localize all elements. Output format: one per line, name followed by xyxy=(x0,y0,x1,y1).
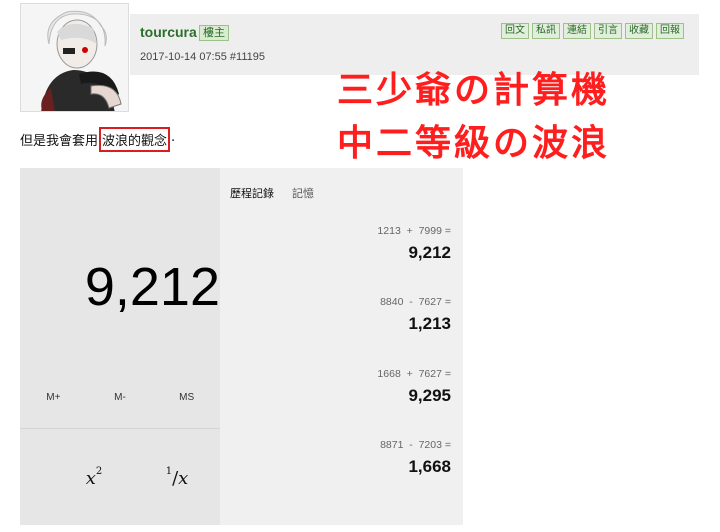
history-result: 1,668 xyxy=(408,457,451,476)
overlay-line-2: 中二等級の波浪 xyxy=(337,122,611,164)
square-exponent: 2 xyxy=(95,466,103,477)
history-expression: 8840 - 7627 = xyxy=(380,296,451,308)
memory-add-button[interactable]: M+ xyxy=(20,392,87,403)
history-result: 9,295 xyxy=(408,386,451,405)
history-item[interactable]: 1213 + 7999 = 9,212 xyxy=(377,225,451,263)
square-base: x xyxy=(85,468,96,489)
reciprocal-numerator: 1 xyxy=(165,466,173,477)
message-button[interactable]: 私訊 xyxy=(532,23,560,39)
history-item[interactable]: 1668 + 7627 = 9,295 xyxy=(377,368,451,406)
history-expression: 8871 - 7203 = xyxy=(380,439,451,451)
history-expression: 1213 + 7999 = xyxy=(377,225,451,237)
function-keys: x2 1/x xyxy=(20,428,220,525)
page: tourcura 樓主 2017-10-14 07:55 #11195 回文 私… xyxy=(0,0,720,532)
history-result: 1,213 xyxy=(408,314,451,333)
square-button[interactable]: x2 xyxy=(64,455,124,495)
post-actions: 回文 私訊 連結 引言 收藏 回報 xyxy=(501,23,684,39)
tab-history[interactable]: 歷程記錄 xyxy=(230,185,274,201)
memory-store-button[interactable]: MS xyxy=(153,392,220,403)
calculator: 9,212 M+ M- MS x2 1/x 歷程記錄 記憶 1213 + 799… xyxy=(20,168,463,525)
history-item[interactable]: 8840 - 7627 = 1,213 xyxy=(380,296,451,334)
caption-suffix: · xyxy=(171,134,176,149)
quote-button[interactable]: 引言 xyxy=(594,23,622,39)
report-button[interactable]: 回報 xyxy=(656,23,684,39)
reply-button[interactable]: 回文 xyxy=(501,23,529,39)
memory-row: M+ M- MS xyxy=(20,392,220,403)
history-item[interactable]: 8871 - 7203 = 1,668 xyxy=(380,439,451,477)
overlay-title: 三少爺の計算機 中二等級の波浪 xyxy=(337,64,667,170)
calculator-main: 9,212 M+ M- MS x2 1/x xyxy=(20,168,220,525)
history-tabs: 歷程記錄 記憶 xyxy=(230,185,314,201)
reciprocal-button[interactable]: 1/x xyxy=(147,455,207,495)
reciprocal-denominator: x xyxy=(178,468,189,489)
avatar-illustration xyxy=(21,4,128,111)
post-caption: 但是我會套用 波浪的觀念 · xyxy=(20,127,175,152)
overlay-line-1: 三少爺の計算機 xyxy=(337,69,611,111)
memory-subtract-button[interactable]: M- xyxy=(87,392,154,403)
caption-prefix: 但是我會套用 xyxy=(20,134,99,149)
calculator-display: 9,212 xyxy=(84,257,220,317)
history-expression: 1668 + 7627 = xyxy=(377,368,451,380)
op-badge: 樓主 xyxy=(199,25,229,41)
caption-highlight: 波浪的觀念 xyxy=(99,127,171,152)
tab-memory[interactable]: 記憶 xyxy=(292,185,314,201)
avatar[interactable] xyxy=(20,3,129,112)
favorite-button[interactable]: 收藏 xyxy=(625,23,653,39)
history-panel: 歷程記錄 記憶 1213 + 7999 = 9,212 8840 - 7627 … xyxy=(220,168,463,525)
username-link[interactable]: tourcura xyxy=(140,24,197,40)
link-button[interactable]: 連結 xyxy=(563,23,591,39)
history-result: 9,212 xyxy=(408,243,451,262)
post-timestamp[interactable]: 2017-10-14 07:55 #11195 xyxy=(140,51,265,63)
